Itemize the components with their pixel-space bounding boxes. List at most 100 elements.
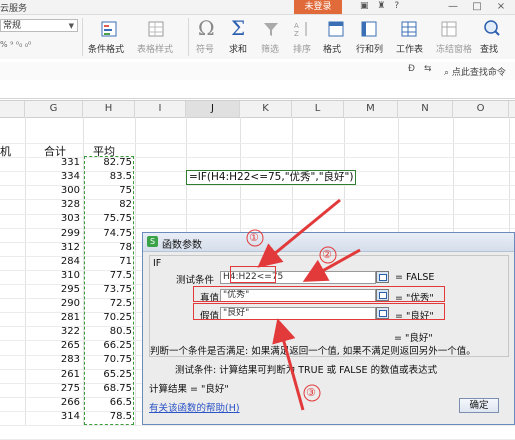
average-range-selection	[84, 156, 134, 425]
total-cell[interactable]: 331	[25, 157, 80, 168]
row-column-icon[interactable]	[360, 20, 378, 38]
worksheet-icon[interactable]	[400, 20, 418, 38]
total-cell[interactable]: 275	[25, 383, 80, 394]
total-cell[interactable]: 290	[25, 298, 80, 309]
total-cell[interactable]: 281	[25, 312, 80, 323]
ok-button[interactable]: 确定	[459, 398, 499, 413]
svg-text:Z: Z	[294, 30, 299, 38]
command-search-label: 点此查找命令	[451, 68, 506, 78]
maximize-button[interactable]: □	[466, 0, 488, 14]
condition-highlight-box	[230, 266, 276, 283]
column-header-h[interactable]: H	[83, 101, 135, 117]
formula-area	[0, 80, 515, 99]
total-cell[interactable]: 261	[25, 369, 80, 380]
search-icon: ⌕	[444, 68, 450, 78]
calculation-result: 计算结果 = "良好"	[149, 384, 229, 395]
conditional-format-icon[interactable]	[100, 20, 118, 38]
filter-button[interactable]: 筛选	[261, 42, 279, 55]
freeze-panes-button[interactable]: 冻结窗格	[436, 42, 472, 55]
total-cell[interactable]: 266	[25, 397, 80, 408]
table-style-icon[interactable]	[147, 20, 165, 38]
column-header-i[interactable]: I	[135, 101, 186, 117]
find-icon[interactable]	[483, 19, 501, 37]
total-cell[interactable]: 312	[25, 242, 80, 253]
arg-label-condition: 测试条件	[176, 275, 215, 286]
total-cell[interactable]: 283	[25, 354, 80, 365]
minimize-button[interactable]: —	[442, 0, 464, 14]
function-name: IF	[153, 258, 162, 269]
column-header-g[interactable]: G	[25, 101, 83, 117]
column-header-j[interactable]: J	[186, 101, 240, 117]
worksheet-button[interactable]: 工作表	[396, 42, 423, 55]
sum-button[interactable]: 求和	[229, 42, 247, 55]
share-icon[interactable]: ⇆	[424, 64, 432, 74]
annotation-one: ①	[249, 231, 259, 244]
column-header-k[interactable]: K	[240, 101, 292, 117]
cloud-service-label[interactable]: 云服务	[0, 1, 27, 14]
column-header-row: G H I J K L M N O	[0, 100, 515, 118]
total-cell[interactable]: 322	[25, 326, 80, 337]
parameter-description: 测试条件: 计算结果可判断为 TRUE 或 FALSE 的数值或表达式	[175, 365, 438, 376]
sort-button[interactable]: 排序	[293, 42, 311, 55]
collapse-dialog-button[interactable]	[376, 271, 389, 283]
svg-text:A: A	[294, 22, 299, 30]
divider	[188, 18, 189, 56]
row-gridline	[0, 143, 515, 144]
wps-logo-icon: S	[147, 236, 158, 247]
number-format-select[interactable]: 常规 ▼	[0, 19, 78, 32]
login-button[interactable]: 未登录	[294, 0, 342, 14]
symbol-button[interactable]: 符号	[196, 42, 214, 55]
row-column-button[interactable]: 行和列	[356, 42, 383, 55]
dialog-title: 函数参数	[162, 240, 202, 251]
number-format-value: 常规	[3, 21, 22, 31]
find-button[interactable]: 查找	[480, 42, 498, 55]
row-gridline	[0, 425, 515, 426]
close-button[interactable]: ×	[490, 0, 512, 14]
format-icon[interactable]	[327, 20, 345, 38]
command-search-row: Ð ⇆ ⌕ 点此查找命令	[0, 62, 515, 81]
number-format-buttons[interactable]: % ⁹ ⁰₀ ₀⁰	[0, 40, 31, 49]
table-style-button[interactable]: 表格样式	[137, 42, 173, 55]
total-cell[interactable]: 299	[25, 228, 80, 239]
sync-icon[interactable]: Ð	[408, 64, 415, 74]
column-header-m[interactable]: M	[344, 101, 398, 117]
annotation-two: ②	[322, 248, 332, 261]
total-cell[interactable]: 314	[25, 411, 80, 422]
filter-icon[interactable]	[262, 20, 280, 38]
chevron-down-icon: ▼	[68, 22, 74, 30]
total-cell[interactable]: 328	[25, 199, 80, 210]
overall-result: = "良好"	[394, 333, 433, 344]
total-cell[interactable]: 295	[25, 284, 80, 295]
title-bar: 云服务 未登录 ▣ ♜ ? — □ ×	[0, 0, 515, 15]
help-icon[interactable]: ?	[394, 1, 402, 11]
total-cell[interactable]: 303	[25, 213, 80, 224]
total-cell[interactable]: 310	[25, 270, 80, 281]
total-cell[interactable]: 300	[25, 185, 80, 196]
menu-icon[interactable]: ▣	[360, 1, 372, 11]
column-header-n[interactable]: N	[398, 101, 453, 117]
conditional-format-button[interactable]: 条件格式	[88, 42, 124, 55]
toolbar-icons[interactable]: ▣ ♜ ?	[360, 1, 402, 11]
formula-cell-j6[interactable]: =IF(H4:H22<=75,"优秀","良好")	[186, 170, 357, 185]
command-search[interactable]: ⌕ 点此查找命令	[444, 65, 506, 78]
true-value-highlight-box	[193, 286, 445, 302]
symbol-icon[interactable]: Ω	[198, 16, 215, 40]
column-header-l[interactable]: L	[292, 101, 344, 117]
column-header-partial[interactable]	[0, 101, 25, 117]
total-cell[interactable]: 284	[25, 256, 80, 267]
false-value-highlight-box	[193, 303, 445, 320]
function-description: 判断一个条件是否满足: 如果满足返回一个值, 如果不满足则返回另外一个值。	[150, 346, 476, 357]
divider	[82, 18, 83, 56]
column-header-o[interactable]: O	[453, 101, 509, 117]
total-cell[interactable]: 334	[25, 171, 80, 182]
freeze-panes-icon[interactable]	[440, 20, 458, 38]
header-cell-partial[interactable]: 机	[0, 143, 11, 159]
shirt-icon[interactable]: ♜	[377, 1, 388, 11]
total-cell[interactable]: 265	[25, 340, 80, 351]
sort-icon[interactable]: AZ	[293, 20, 311, 38]
format-button[interactable]: 格式	[323, 42, 341, 55]
annotation-three: ③	[306, 386, 316, 399]
function-help-link[interactable]: 有关该函数的帮助(H)	[149, 400, 240, 414]
condition-result: = FALSE	[395, 272, 435, 283]
sum-icon[interactable]: Σ	[231, 16, 245, 40]
